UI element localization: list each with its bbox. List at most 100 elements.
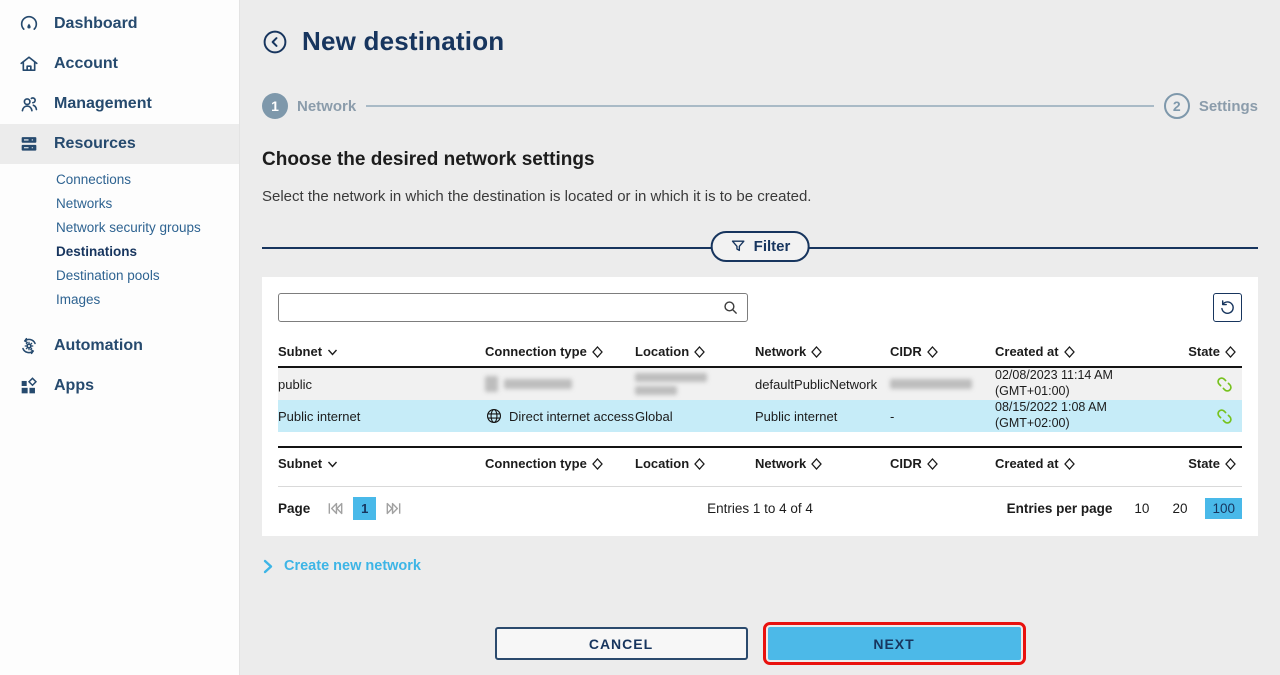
home-icon bbox=[18, 53, 40, 75]
search-box bbox=[278, 293, 748, 322]
column-header-network[interactable]: Network bbox=[755, 344, 890, 359]
sidebar-item-label: Automation bbox=[54, 337, 143, 355]
sidebar-item-label: Account bbox=[54, 55, 118, 73]
gauge-icon bbox=[18, 13, 40, 35]
network-table-card: Subnet Connection type Location Network … bbox=[262, 277, 1258, 536]
column-header-state[interactable]: State bbox=[1185, 456, 1242, 471]
column-header-connection-type[interactable]: Connection type bbox=[485, 344, 635, 359]
users-icon bbox=[18, 93, 40, 115]
refresh-button[interactable] bbox=[1213, 293, 1242, 322]
sort-desc-icon bbox=[327, 346, 338, 358]
per-page-option-20[interactable]: 20 bbox=[1167, 498, 1192, 519]
sidebar-item-images[interactable]: Images bbox=[56, 288, 239, 312]
column-header-created-at[interactable]: Created at bbox=[995, 456, 1185, 471]
page-label: Page bbox=[278, 501, 310, 516]
table-row-public-internet[interactable]: Public internet Direct internet access G… bbox=[278, 400, 1242, 432]
table-footer-header: Subnet Connection type Location Network … bbox=[278, 446, 1242, 478]
back-icon[interactable] bbox=[262, 29, 288, 55]
sort-icon bbox=[592, 458, 603, 470]
red-highlight-annotation: NEXT bbox=[763, 622, 1026, 665]
refresh-icon bbox=[1219, 299, 1236, 316]
sidebar-item-connections[interactable]: Connections bbox=[56, 168, 239, 192]
sidebar: Dashboard Account Management bbox=[0, 0, 240, 675]
sidebar-item-apps[interactable]: Apps bbox=[0, 366, 239, 406]
redacted-icon bbox=[485, 376, 498, 392]
cancel-button[interactable]: CANCEL bbox=[495, 627, 748, 660]
sidebar-item-label: Apps bbox=[54, 377, 94, 395]
cell-created-at: 02/08/2023 11:14 AM (GMT+01:00) bbox=[995, 368, 1185, 399]
filter-button[interactable]: Filter bbox=[711, 231, 810, 262]
first-page-icon[interactable] bbox=[326, 499, 345, 518]
cell-connection-type: Direct internet access bbox=[485, 407, 635, 425]
sidebar-item-destinations[interactable]: Destinations bbox=[56, 240, 239, 264]
cell-created-at: 08/15/2022 1:08 AM (GMT+02:00) bbox=[995, 400, 1185, 431]
redacted-text bbox=[504, 379, 572, 389]
sidebar-item-dashboard[interactable]: Dashboard bbox=[0, 4, 239, 44]
step-2-circle: 2 bbox=[1164, 93, 1190, 119]
sidebar-item-destination-pools[interactable]: Destination pools bbox=[56, 264, 239, 288]
sort-icon bbox=[1225, 346, 1236, 358]
column-header-created-at[interactable]: Created at bbox=[995, 344, 1185, 359]
search-input[interactable] bbox=[287, 300, 722, 315]
sidebar-item-label: Dashboard bbox=[54, 15, 138, 33]
next-button[interactable]: NEXT bbox=[768, 627, 1021, 660]
column-header-subnet[interactable]: Subnet bbox=[278, 456, 485, 471]
cell-location-redacted bbox=[635, 373, 755, 395]
sort-icon bbox=[694, 346, 705, 358]
stepper: 1 Network 2 Settings bbox=[262, 93, 1258, 119]
per-page-option-10[interactable]: 10 bbox=[1129, 498, 1154, 519]
page-title: New destination bbox=[302, 26, 504, 57]
cell-subnet: public bbox=[278, 377, 485, 392]
redacted-text bbox=[635, 373, 707, 382]
sort-icon bbox=[694, 458, 705, 470]
sort-icon bbox=[1064, 458, 1075, 470]
action-buttons: CANCEL NEXT bbox=[262, 622, 1258, 665]
sort-icon bbox=[811, 346, 822, 358]
cell-cidr: - bbox=[890, 409, 995, 424]
link-state-icon bbox=[1215, 407, 1234, 426]
sidebar-item-label: Resources bbox=[54, 135, 136, 153]
sidebar-item-network-security-groups[interactable]: Network security groups bbox=[56, 216, 239, 240]
create-new-network-link[interactable]: Create new network bbox=[262, 558, 421, 574]
column-header-subnet[interactable]: Subnet bbox=[278, 344, 485, 359]
column-header-state[interactable]: State bbox=[1185, 344, 1242, 359]
sidebar-item-automation[interactable]: Automation bbox=[0, 326, 239, 366]
section-heading: Choose the desired network settings bbox=[262, 149, 1258, 171]
stepper-line bbox=[366, 105, 1154, 107]
sidebar-item-management[interactable]: Management bbox=[0, 84, 239, 124]
column-header-cidr[interactable]: CIDR bbox=[890, 456, 995, 471]
column-header-network[interactable]: Network bbox=[755, 456, 890, 471]
sort-icon bbox=[1225, 458, 1236, 470]
cell-network: Public internet bbox=[755, 409, 890, 424]
cell-location: Global bbox=[635, 409, 755, 424]
column-header-cidr[interactable]: CIDR bbox=[890, 344, 995, 359]
column-header-location[interactable]: Location bbox=[635, 456, 755, 471]
section-description: Select the network in which the destinat… bbox=[262, 188, 1258, 205]
cell-state bbox=[1185, 407, 1242, 426]
sort-icon bbox=[927, 458, 938, 470]
column-header-location[interactable]: Location bbox=[635, 344, 755, 359]
per-page-option-100[interactable]: 100 bbox=[1205, 498, 1242, 519]
sidebar-item-networks[interactable]: Networks bbox=[56, 192, 239, 216]
create-new-network-label: Create new network bbox=[284, 558, 421, 574]
column-header-connection-type[interactable]: Connection type bbox=[485, 456, 635, 471]
current-page-button[interactable]: 1 bbox=[353, 497, 376, 520]
automation-icon bbox=[18, 335, 40, 357]
sidebar-item-resources[interactable]: Resources bbox=[0, 124, 239, 164]
redacted-text bbox=[890, 379, 972, 389]
server-icon bbox=[18, 133, 40, 155]
last-page-icon[interactable] bbox=[384, 499, 403, 518]
link-state-icon bbox=[1215, 375, 1234, 394]
sort-icon bbox=[811, 458, 822, 470]
step-2-label: Settings bbox=[1199, 98, 1258, 115]
pagination-bar: Page 1 Entries 1 to 4 of 4 Entries per p… bbox=[278, 487, 1242, 520]
cell-cidr-redacted bbox=[890, 379, 995, 389]
search-icon bbox=[722, 299, 739, 316]
cell-state bbox=[1185, 375, 1242, 394]
page-header: New destination bbox=[262, 26, 1258, 57]
sidebar-item-account[interactable]: Account bbox=[0, 44, 239, 84]
sort-icon bbox=[927, 346, 938, 358]
table-row-public[interactable]: public defaultPublicNetwork 02/08/2023 1… bbox=[278, 368, 1242, 400]
sort-desc-icon bbox=[327, 458, 338, 470]
entries-per-page-label: Entries per page bbox=[1007, 501, 1113, 516]
